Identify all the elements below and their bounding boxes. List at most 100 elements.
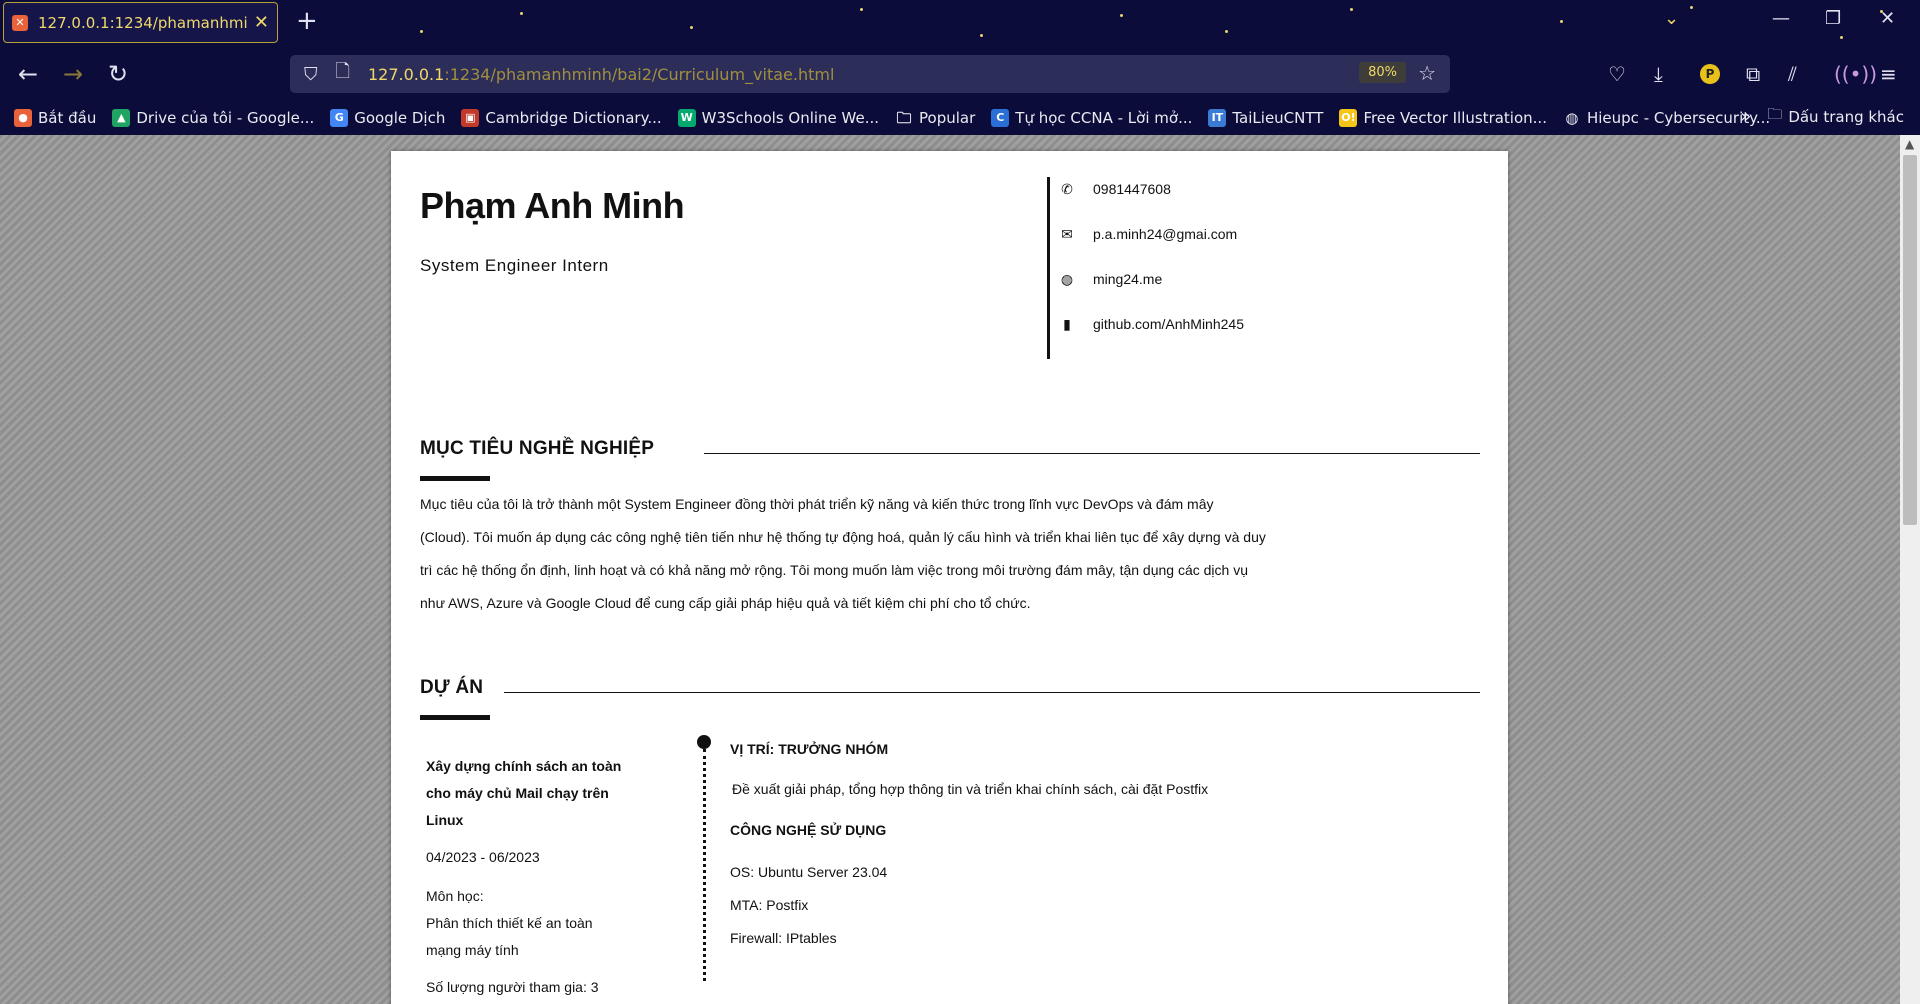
bookmark-label: Popular bbox=[919, 109, 976, 127]
project-title-line: Xây dựng chính sách an toàn bbox=[426, 758, 622, 774]
bookmark-item[interactable]: ▲ Drive của tôi - Google... bbox=[112, 109, 314, 127]
pocket-icon[interactable]: ♡ bbox=[1608, 62, 1626, 86]
contact-text: github.com/AnhMinh245 bbox=[1093, 316, 1244, 332]
menu-icon[interactable]: ≡ bbox=[1880, 62, 1897, 86]
bookmark-item[interactable]: IT TaiLieuCNTT bbox=[1208, 109, 1323, 127]
globe-icon: ◍ bbox=[1060, 271, 1074, 287]
tech-item: MTA: Postfix bbox=[730, 897, 809, 913]
close-tab-icon[interactable]: ✕ bbox=[254, 12, 269, 33]
new-tab-button[interactable]: + bbox=[296, 6, 318, 36]
folder-icon: 🗀 bbox=[896, 109, 912, 127]
address-bar[interactable]: ⛉ 🗋 127.0.0.1:1234/phamanhminh/bai2/Curr… bbox=[290, 55, 1450, 93]
bookmarks-toolbar: ● Bắt đầu ▲ Drive của tôi - Google... G Googl… bbox=[0, 104, 1920, 132]
google-drive-icon: ▲ bbox=[112, 109, 131, 127]
navigation-bar: ← → ↻ ⛉ 🗋 127.0.0.1:1234/phamanhminh/bai… bbox=[0, 52, 1920, 98]
objective-rule bbox=[704, 453, 1480, 454]
bookmark-item[interactable]: ◍ Hieupc - Cybersecurity... bbox=[1563, 109, 1770, 127]
project-description: Đề xuất giải pháp, tổng hợp thông tin và… bbox=[732, 781, 1209, 797]
projects-rule bbox=[504, 692, 1480, 693]
minimize-button[interactable]: — bbox=[1772, 8, 1790, 29]
google-translate-icon: G bbox=[330, 109, 349, 127]
url-path: :1234/phamanhminh/bai2/Curriculum_vitae.… bbox=[444, 64, 835, 84]
bookmark-item[interactable]: W W3Schools Online We... bbox=[677, 109, 880, 127]
project-members: Số lượng người tham gia: 3 bbox=[426, 979, 599, 995]
bookmark-label: Drive của tôi - Google... bbox=[136, 109, 315, 127]
page-icon: 🗋 bbox=[335, 61, 350, 82]
broadcast-icon[interactable]: ((•)) bbox=[1834, 62, 1877, 86]
folder-icon: 🗀 bbox=[1767, 105, 1783, 123]
person-name: Phạm Anh Minh bbox=[420, 185, 685, 226]
bookmark-item[interactable]: ● Bắt đầu bbox=[14, 109, 96, 127]
bookmark-item[interactable]: G Google Dịch bbox=[330, 109, 445, 127]
project-summary: Xây dựng chính sách an toàn cho máy chủ M… bbox=[426, 753, 626, 1001]
contact-text: p.a.minh24@gmai.com bbox=[1093, 226, 1238, 242]
contact-item: ◍ ming24.me bbox=[1059, 271, 1162, 287]
download-icon[interactable]: ⤓ bbox=[1654, 62, 1663, 86]
bookmark-label: Cambridge Dictionary... bbox=[485, 109, 662, 127]
course-line: Phân thích thiết kế an toàn bbox=[426, 915, 593, 931]
ccna-icon: C bbox=[991, 109, 1010, 127]
other-bookmarks[interactable]: Dấu trang khác bbox=[1788, 108, 1904, 126]
shield-icon[interactable]: ⛉ bbox=[304, 64, 318, 85]
close-window-button[interactable]: ✕ bbox=[1880, 8, 1895, 29]
active-tab[interactable]: ✕ 127.0.0.1:1234/phamanhminh/b ✕ bbox=[3, 2, 278, 43]
project-position: VỊ TRÍ: TRƯỞNG NHÓM bbox=[730, 741, 889, 757]
cv-document: Phạm Anh Minh System Engineer Intern ✆ 09… bbox=[391, 151, 1508, 1004]
tab-list-chevron-icon[interactable]: ⌄ bbox=[1664, 8, 1679, 29]
w3schools-icon: W bbox=[677, 109, 696, 127]
bookmark-star-icon[interactable]: ☆ bbox=[1418, 61, 1436, 85]
objective-line: (Cloud). Tôi muốn áp dụng các công nghệ … bbox=[420, 529, 1266, 545]
project-title-line: cho máy chủ Mail chạy trên bbox=[426, 785, 609, 801]
bookmark-label: W3Schools Online We... bbox=[701, 109, 880, 127]
project-dates: 04/2023 - 06/2023 bbox=[426, 849, 540, 865]
tech-title: CÔNG NGHỆ SỬ DỤNG bbox=[730, 822, 887, 838]
contact-text: ming24.me bbox=[1093, 271, 1163, 287]
project-title: Xây dựng chính sách an toàn cho máy chủ M… bbox=[426, 753, 626, 834]
contact-item: ✆ 0981447608 bbox=[1059, 181, 1171, 197]
project-course: Môn học: Phân thích thiết kế an toàn mạng… bbox=[426, 883, 626, 964]
url-host: 127.0.0.1 bbox=[367, 64, 445, 84]
bookmark-label: Tự học CCNA - Lời mở... bbox=[1015, 109, 1193, 127]
forward-arrow-icon[interactable]: → bbox=[63, 60, 83, 88]
phone-icon: ✆ bbox=[1061, 181, 1073, 197]
tech-item: OS: Ubuntu Server 23.04 bbox=[730, 864, 888, 880]
projects-underline bbox=[420, 715, 490, 720]
chevron-double-right-icon[interactable]: » bbox=[1740, 106, 1751, 127]
project-title-line: Linux bbox=[426, 812, 464, 828]
objective-line: như AWS, Azure và Google Cloud để cung c… bbox=[420, 595, 1031, 611]
restore-button[interactable]: ❐ bbox=[1825, 8, 1841, 29]
tailieu-icon: IT bbox=[1208, 109, 1227, 127]
mail-icon: ✉ bbox=[1061, 226, 1073, 242]
contact-divider bbox=[1047, 177, 1050, 359]
tech-item: Firewall: IPtables bbox=[730, 930, 837, 946]
tab-title: 127.0.0.1:1234/phamanhminh/b bbox=[38, 13, 248, 32]
bookmark-label: Google Dịch bbox=[354, 109, 446, 127]
extensions-icon[interactable]: ⧉ bbox=[1746, 62, 1760, 86]
library-icon[interactable]: ⫽ bbox=[1788, 62, 1797, 86]
bookmark-item[interactable]: ▣ Cambridge Dictionary... bbox=[461, 109, 662, 127]
contact-item: ✉ p.a.minh24@gmai.com bbox=[1059, 226, 1237, 242]
reload-icon[interactable]: ↻ bbox=[108, 60, 128, 88]
objective-underline bbox=[420, 476, 490, 481]
xampp-icon: ✕ bbox=[12, 14, 28, 31]
bookmark-item[interactable]: C Tự học CCNA - Lời mở... bbox=[991, 109, 1192, 127]
profile-avatar[interactable]: P bbox=[1700, 64, 1720, 84]
objective-line: trì các hệ thống ổn định, linh hoạt và c… bbox=[420, 562, 1248, 578]
bookmark-item[interactable]: O! Free Vector Illustration... bbox=[1339, 109, 1547, 127]
timeline-line bbox=[703, 749, 706, 981]
bookmark-label: TaiLieuCNTT bbox=[1232, 109, 1324, 127]
bookmark-item[interactable]: 🗀 Popular bbox=[895, 109, 976, 127]
vertical-scrollbar[interactable]: ▲ bbox=[1900, 135, 1920, 1004]
scroll-thumb[interactable] bbox=[1903, 155, 1917, 525]
course-name: Phân thích thiết kế an toàn mạng máy tính bbox=[426, 910, 626, 964]
course-label: Môn học: bbox=[426, 888, 484, 904]
zoom-level[interactable]: 80% bbox=[1359, 62, 1406, 83]
contact-item: ▮ github.com/AnhMinh245 bbox=[1059, 316, 1244, 332]
objective-line: Mục tiêu của tôi là trở thành một System… bbox=[420, 496, 1214, 512]
objective-title: MỤC TIÊU NGHỀ NGHIỆP bbox=[420, 438, 655, 459]
back-arrow-icon[interactable]: ← bbox=[18, 60, 38, 88]
page-viewport: Phạm Anh Minh System Engineer Intern ✆ 09… bbox=[0, 135, 1900, 1004]
vector-icon: O! bbox=[1339, 109, 1358, 127]
scroll-up-arrow-icon[interactable]: ▲ bbox=[1905, 137, 1914, 151]
bookmark-label: Bắt đầu bbox=[38, 109, 97, 127]
